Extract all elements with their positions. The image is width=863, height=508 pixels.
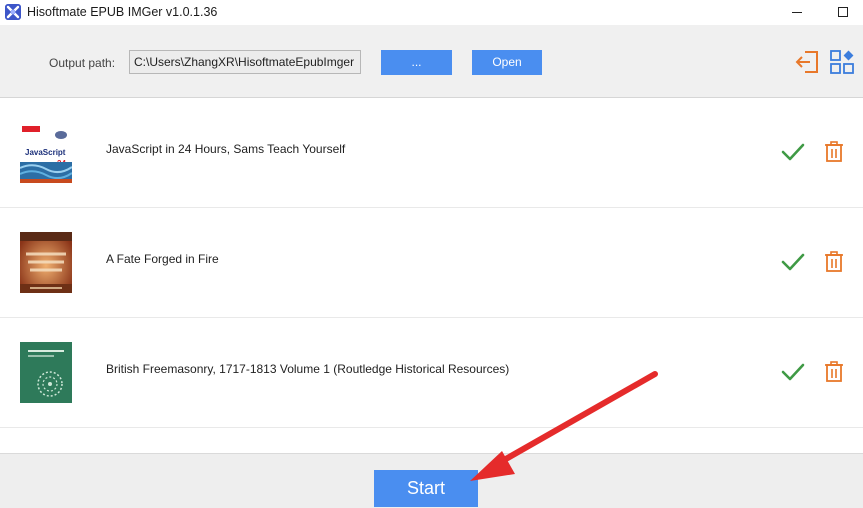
footer-bar: Start <box>0 453 863 508</box>
trash-icon[interactable] <box>824 361 844 383</box>
trash-icon[interactable] <box>824 251 844 273</box>
list-item[interactable]: JavaScript 24 JavaScript in 24 Hours, Sa… <box>0 98 863 208</box>
check-icon <box>781 253 805 271</box>
maximize-icon <box>838 7 848 17</box>
app-logo-icon <box>5 4 21 20</box>
output-path-label: Output path: <box>49 56 116 70</box>
book-title: British Freemasonry, 1717-1813 Volume 1 … <box>106 362 510 376</box>
book-cover-image: JavaScript 24 <box>20 122 72 183</box>
apps-icon[interactable] <box>829 49 855 75</box>
book-cover-image <box>20 232 72 293</box>
check-icon <box>781 143 805 161</box>
maximize-button[interactable] <box>820 0 863 25</box>
svg-text:JavaScript: JavaScript <box>25 148 66 157</box>
check-icon <box>781 363 805 381</box>
exit-icon[interactable] <box>794 49 820 75</box>
list-item[interactable]: British Freemasonry, 1717-1813 Volume 1 … <box>0 318 863 428</box>
trash-icon[interactable] <box>824 141 844 163</box>
start-button[interactable]: Start <box>374 470 478 507</box>
book-list: JavaScript 24 JavaScript in 24 Hours, Sa… <box>0 98 863 453</box>
minimize-icon <box>792 12 802 13</box>
book-title: A Fate Forged in Fire <box>106 252 219 266</box>
minimize-button[interactable] <box>774 0 820 25</box>
book-title: JavaScript in 24 Hours, Sams Teach Yours… <box>106 142 346 156</box>
window-title: Hisoftmate EPUB IMGer v1.0.1.36 <box>27 5 218 19</box>
list-item[interactable]: A Fate Forged in Fire <box>0 208 863 318</box>
output-path-field[interactable] <box>129 50 361 74</box>
book-cover-image <box>20 342 72 403</box>
browse-button[interactable]: ... <box>381 50 452 75</box>
open-button[interactable]: Open <box>472 50 542 75</box>
toolbar: Output path: ... Open <box>0 25 863 98</box>
title-bar: Hisoftmate EPUB IMGer v1.0.1.36 <box>0 0 863 25</box>
